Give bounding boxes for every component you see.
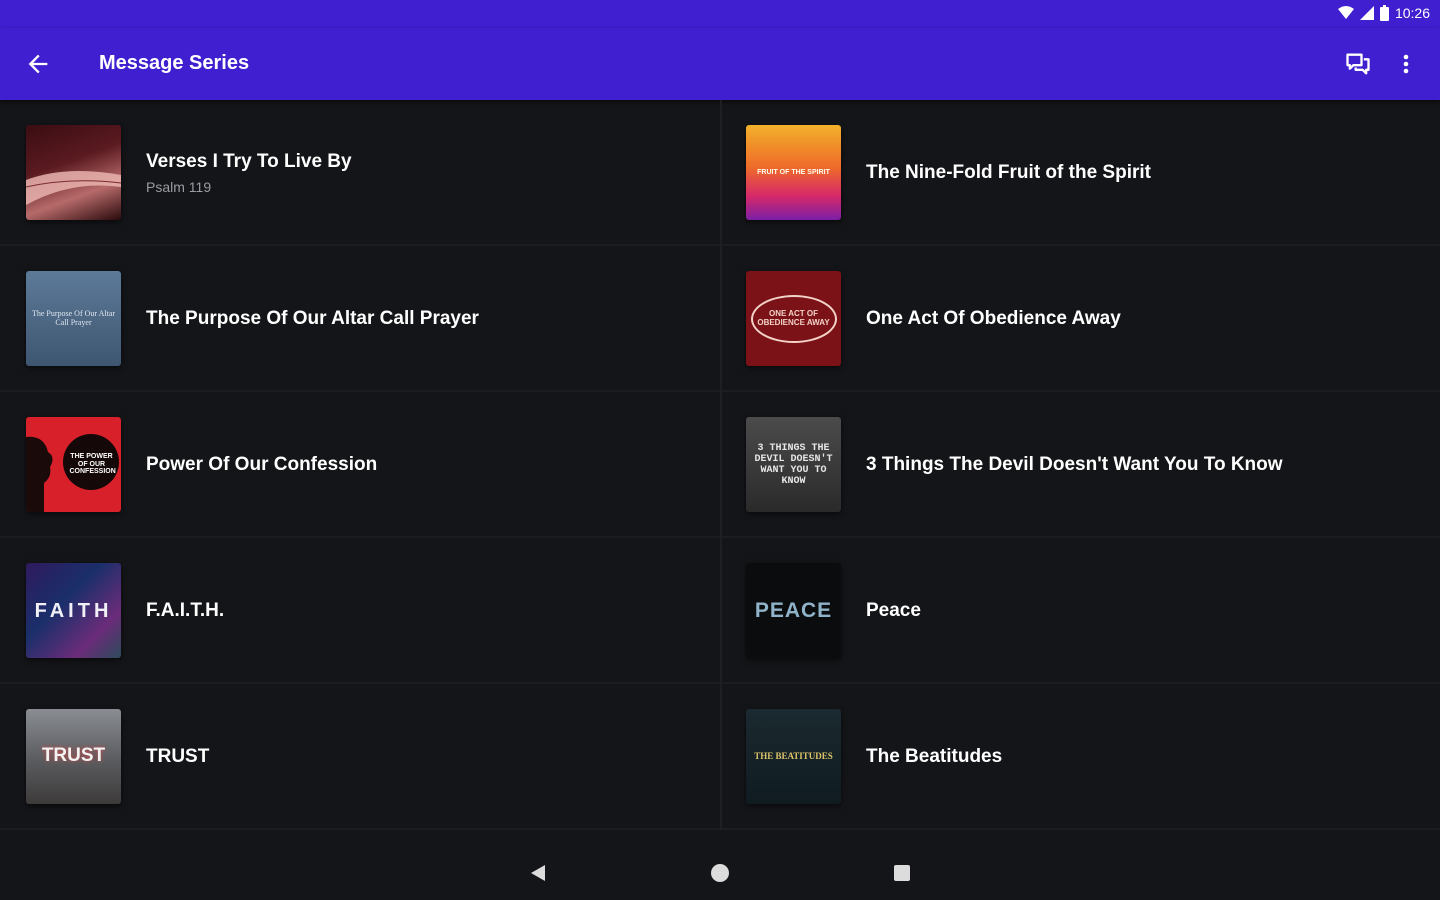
triangle-back-icon bbox=[531, 865, 545, 881]
thumb-text: FAITH bbox=[34, 599, 113, 622]
series-item[interactable]: THE BEATITUDES The Beatitudes bbox=[722, 684, 1440, 830]
bible-pages-image bbox=[26, 171, 121, 205]
chat-button[interactable] bbox=[1344, 50, 1374, 78]
series-title: The Purpose Of Our Altar Call Prayer bbox=[146, 308, 479, 329]
thumb-text: The Purpose Of Our Altar Call Prayer bbox=[31, 308, 116, 327]
series-title: The Beatitudes bbox=[866, 746, 1003, 767]
series-thumbnail: FAITH bbox=[26, 563, 121, 658]
series-item[interactable]: TRUST TRUST bbox=[0, 684, 720, 830]
signal-icon bbox=[1359, 6, 1374, 20]
series-title: F.A.I.T.H. bbox=[146, 600, 225, 621]
series-item[interactable]: PEACE Peace bbox=[722, 538, 1440, 684]
series-thumbnail: 3 THINGS THE DEVIL DOESN'T WANT YOU TO K… bbox=[746, 417, 841, 512]
arrow-back-icon bbox=[28, 54, 48, 74]
series-thumbnail: FRUIT OF THE SPIRIT bbox=[746, 125, 841, 220]
series-thumbnail bbox=[26, 125, 121, 220]
series-thumbnail: TRUST bbox=[26, 709, 121, 804]
series-title: Peace bbox=[866, 600, 921, 621]
thumb-text: THE POWER OF OUR CONFESSION bbox=[69, 452, 116, 476]
series-thumbnail: PEACE bbox=[746, 563, 841, 658]
series-item[interactable]: The Purpose Of Our Altar Call Prayer The… bbox=[0, 246, 720, 392]
series-title: The Nine-Fold Fruit of the Spirit bbox=[866, 162, 1151, 183]
back-button[interactable] bbox=[24, 50, 56, 78]
page-title: Message Series bbox=[99, 52, 250, 74]
nav-back-button[interactable] bbox=[528, 863, 548, 888]
app-bar: Message Series bbox=[0, 28, 1440, 100]
series-item[interactable]: 3 THINGS THE DEVIL DOESN'T WANT YOU TO K… bbox=[722, 392, 1440, 538]
nav-recents-button[interactable] bbox=[892, 863, 912, 888]
thumb-text: TRUST bbox=[41, 745, 106, 767]
thumb-text: ONE ACT OF OBEDIENCE AWAY bbox=[757, 308, 830, 327]
series-item[interactable]: THE POWER OF OUR CONFESSION Power Of Our… bbox=[0, 392, 720, 538]
series-subtitle: Psalm 119 bbox=[146, 179, 212, 195]
series-title: 3 Things The Devil Doesn't Want You To K… bbox=[866, 454, 1283, 475]
thumb-text: FRUIT OF THE SPIRIT bbox=[757, 168, 830, 176]
series-thumbnail: THE BEATITUDES bbox=[746, 709, 841, 804]
series-title: Power Of Our Confession bbox=[146, 454, 378, 475]
status-bar: 10:26 bbox=[0, 0, 1440, 28]
series-item[interactable]: FRUIT OF THE SPIRIT The Nine-Fold Fruit … bbox=[722, 100, 1440, 246]
square-recents-icon bbox=[894, 865, 910, 881]
series-item[interactable]: Verses I Try To Live By Psalm 119 bbox=[0, 100, 720, 246]
series-title: TRUST bbox=[146, 746, 210, 767]
status-time: 10:26 bbox=[1394, 5, 1430, 21]
status-icons: 10:26 bbox=[1337, 5, 1430, 21]
series-title: One Act Of Obedience Away bbox=[866, 308, 1121, 329]
series-thumbnail: THE POWER OF OUR CONFESSION bbox=[26, 417, 121, 512]
thumb-text: PEACE bbox=[754, 598, 833, 622]
thumb-ellipse: ONE ACT OF OBEDIENCE AWAY bbox=[750, 294, 837, 343]
chat-icon bbox=[1346, 53, 1370, 75]
series-thumbnail: The Purpose Of Our Altar Call Prayer bbox=[26, 271, 121, 366]
nav-home-button[interactable] bbox=[710, 863, 730, 888]
series-thumbnail: ONE ACT OF OBEDIENCE AWAY bbox=[746, 271, 841, 366]
series-title: Verses I Try To Live By bbox=[146, 151, 352, 172]
circle-home-icon bbox=[711, 864, 729, 882]
thumb-text: 3 THINGS THE DEVIL DOESN'T WANT YOU TO K… bbox=[754, 442, 833, 487]
more-vert-icon bbox=[1403, 54, 1409, 74]
battery-icon bbox=[1379, 5, 1389, 21]
series-item[interactable]: FAITH F.A.I.T.H. bbox=[0, 538, 720, 684]
more-options-button[interactable] bbox=[1396, 50, 1416, 78]
thumb-text: THE BEATITUDES bbox=[754, 750, 833, 761]
series-item[interactable]: ONE ACT OF OBEDIENCE AWAY One Act Of Obe… bbox=[722, 246, 1440, 392]
wifi-icon bbox=[1337, 6, 1354, 19]
